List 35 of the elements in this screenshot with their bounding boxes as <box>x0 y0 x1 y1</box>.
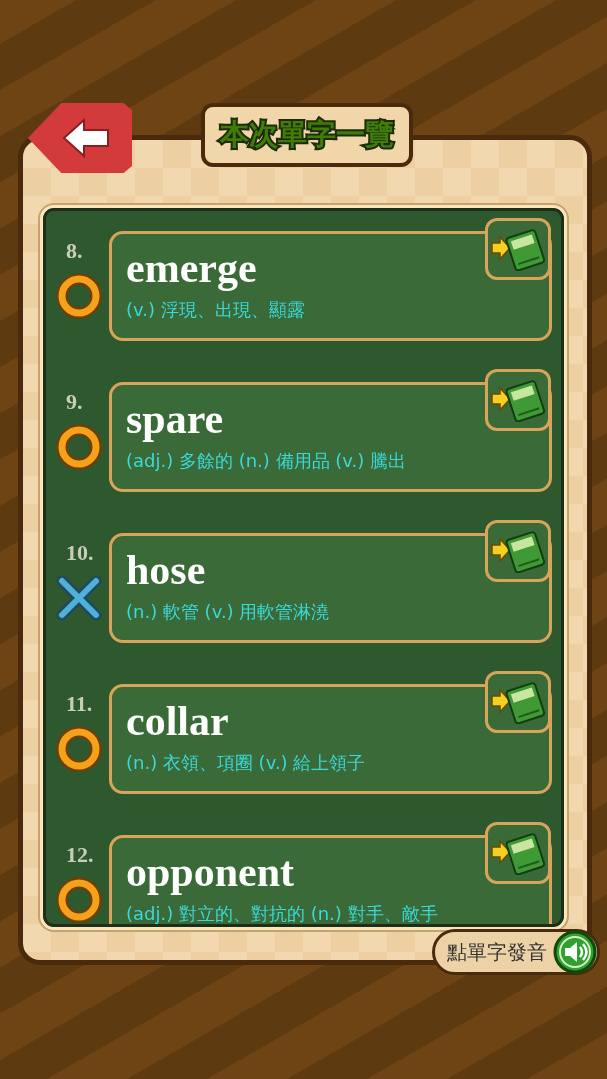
word-text: spare <box>126 395 224 443</box>
word-text: hose <box>126 546 206 594</box>
book-button[interactable] <box>485 671 551 733</box>
word-card[interactable]: collar (n.) 衣領、項圈 (v.) 給上領子 <box>109 684 552 794</box>
word-number: 10. <box>66 540 94 566</box>
book-arrow-icon <box>490 831 546 875</box>
book-button[interactable] <box>485 369 551 431</box>
word-definition: (n.) 衣領、項圈 (v.) 給上領子 <box>126 751 366 775</box>
speaker-icon <box>553 930 597 974</box>
word-text: opponent <box>126 848 295 896</box>
word-definition: (n.) 軟管 (v.) 用軟管淋澆 <box>126 600 330 624</box>
book-arrow-icon <box>490 529 546 573</box>
word-text: emerge <box>126 244 257 292</box>
book-arrow-icon <box>490 680 546 724</box>
word-number: 9. <box>66 389 83 415</box>
pronounce-button[interactable]: 點單字發音 <box>432 929 600 975</box>
word-definition: (adj.) 多餘的 (n.) 備用品 (v.) 騰出 <box>126 449 407 473</box>
book-arrow-icon <box>490 378 546 422</box>
arrow-left-icon <box>62 118 112 158</box>
word-definition: (adj.) 對立的、對抗的 (n.) 對手、敵手 <box>126 902 438 924</box>
word-card[interactable]: hose (n.) 軟管 (v.) 用軟管淋澆 <box>109 533 552 643</box>
page-title: 本次單字一覽 <box>220 116 394 153</box>
word-number: 12. <box>66 842 94 868</box>
book-arrow-icon <box>490 227 546 271</box>
word-text: collar <box>126 697 229 745</box>
word-card[interactable]: emerge (v.) 浮現、出現、顯露 <box>109 231 552 341</box>
book-button[interactable] <box>485 520 551 582</box>
word-card[interactable]: opponent (adj.) 對立的、對抗的 (n.) 對手、敵手 <box>109 835 552 924</box>
book-button[interactable] <box>485 822 551 884</box>
word-definition: (v.) 浮現、出現、顯露 <box>126 298 305 322</box>
book-button[interactable] <box>485 218 551 280</box>
word-card[interactable]: spare (adj.) 多餘的 (n.) 備用品 (v.) 騰出 <box>109 382 552 492</box>
word-number: 8. <box>66 238 83 264</box>
back-button[interactable] <box>28 103 132 173</box>
word-number: 11. <box>66 691 93 717</box>
